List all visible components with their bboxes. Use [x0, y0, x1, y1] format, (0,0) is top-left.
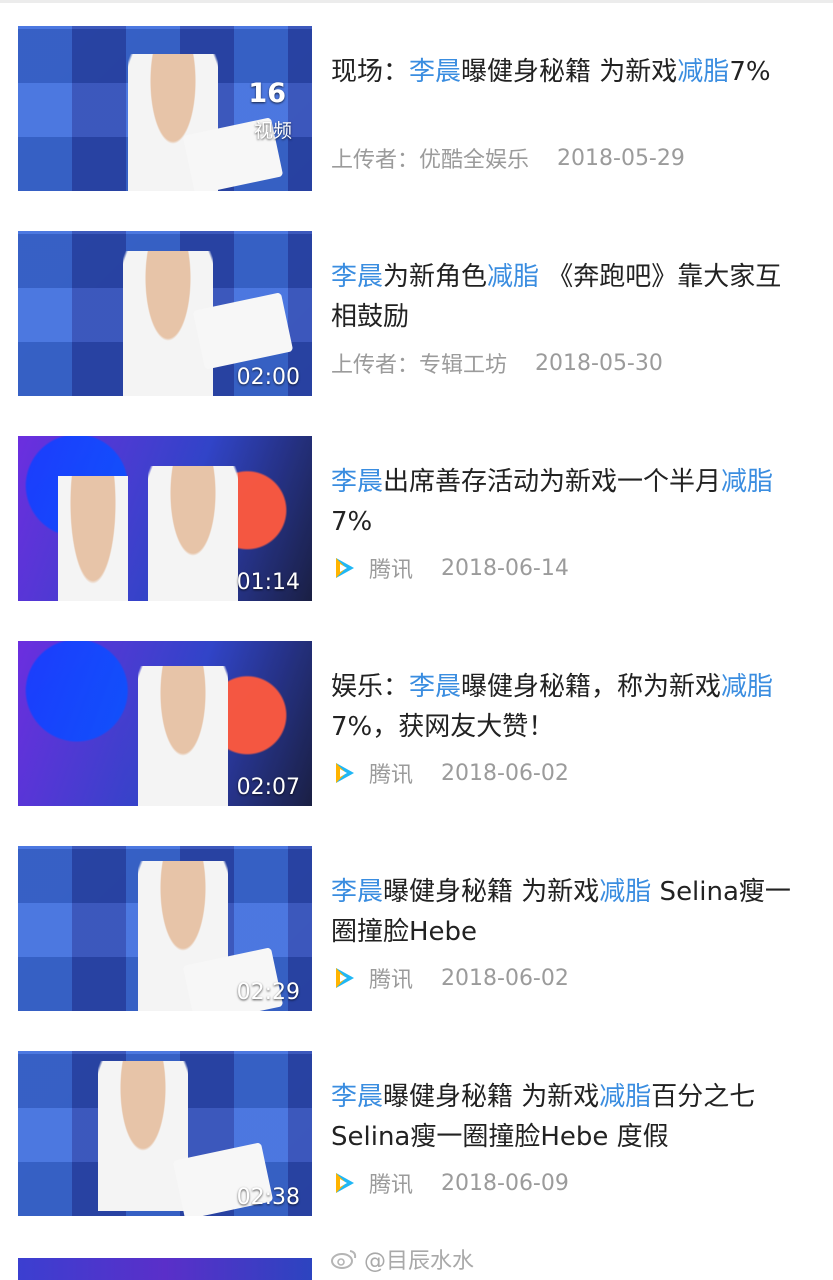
- title-text: 现场：: [331, 57, 410, 87]
- source: 腾讯: [331, 962, 413, 994]
- video-duration: 02:38: [236, 1185, 300, 1210]
- title-text: 曝健身秘籍 为新戏: [383, 1082, 600, 1112]
- title-text: 出席善存活动为新戏一个半月: [383, 467, 722, 497]
- video-thumbnail[interactable]: 16 视频: [18, 26, 312, 191]
- title-text: 曝健身秘籍，称为新戏: [461, 672, 722, 702]
- title-keyword-highlight: 李晨: [331, 877, 384, 907]
- title-keyword-highlight: 李晨: [331, 262, 384, 292]
- video-date: 2018-06-02: [441, 965, 569, 991]
- video-count-label: 视频: [253, 120, 292, 142]
- title-keyword-highlight: 减脂: [599, 1082, 652, 1112]
- video-thumbnail[interactable]: 02:00: [18, 231, 312, 396]
- title-keyword-highlight: 减脂: [721, 467, 774, 497]
- title-text: 曝健身秘籍 为新戏: [461, 57, 678, 87]
- tencent-video-icon: [336, 558, 354, 578]
- uploader-label: 上传者：优酷全娱乐: [331, 148, 530, 173]
- title-keyword-highlight: 李晨: [331, 467, 384, 497]
- title-text: 7%，获网友大赞！: [331, 712, 555, 742]
- video-meta: 腾讯 2018-06-14: [331, 552, 569, 584]
- video-item[interactable]: 02:00 李晨为新角色减脂 《奔跑吧》靠大家互相鼓励 上传者：专辑工坊 201…: [0, 231, 833, 401]
- video-title[interactable]: 李晨出席善存活动为新戏一个半月减脂 7%: [331, 462, 801, 542]
- title-keyword-highlight: 李晨: [409, 672, 462, 702]
- title-text: 为新角色: [383, 262, 488, 292]
- title-keyword-highlight: 减脂: [599, 877, 652, 907]
- source-label: 腾讯: [369, 1173, 414, 1198]
- video-item[interactable]: 02:07 娱乐：李晨曝健身秘籍，称为新戏减脂 7%，获网友大赞！ 腾讯 2018…: [0, 641, 833, 811]
- watermark-text: @目辰水水: [364, 1249, 475, 1274]
- source-label: 腾讯: [369, 558, 414, 583]
- tencent-video-icon: [336, 968, 354, 988]
- source: 腾讯: [331, 757, 413, 789]
- video-duration: 01:14: [236, 570, 300, 595]
- video-date: 2018-05-30: [535, 350, 663, 376]
- video-meta: 腾讯 2018-06-09: [331, 1167, 569, 1199]
- top-divider: [0, 0, 833, 3]
- video-title[interactable]: 现场：李晨曝健身秘籍 为新戏减脂7%: [331, 52, 801, 92]
- title-keyword-highlight: 李晨: [409, 57, 462, 87]
- source: 腾讯: [331, 552, 413, 584]
- source-label: 腾讯: [369, 968, 414, 993]
- title-text: 娱乐：: [331, 672, 410, 702]
- video-item[interactable]: 02:29 李晨曝健身秘籍 为新戏减脂 Selina瘦一圈撞脸Hebe 腾讯 2…: [0, 846, 833, 1016]
- video-meta: 腾讯 2018-06-02: [331, 757, 569, 789]
- watermark: @目辰水水: [330, 1243, 474, 1275]
- video-meta: 上传者：专辑工坊 2018-05-30: [331, 347, 663, 379]
- video-title[interactable]: 李晨为新角色减脂 《奔跑吧》靠大家互相鼓励: [331, 257, 801, 337]
- title-keyword-highlight: 减脂: [721, 672, 774, 702]
- source: 腾讯: [331, 1167, 413, 1199]
- video-duration: 02:29: [236, 980, 300, 1005]
- title-text: 7%: [331, 507, 373, 537]
- tencent-video-icon: [336, 763, 354, 783]
- uploader-label: 上传者：专辑工坊: [331, 353, 508, 378]
- video-thumbnail[interactable]: 02:38: [18, 1051, 312, 1216]
- video-item[interactable]: 16 视频 现场：李晨曝健身秘籍 为新戏减脂7% 上传者：优酷全娱乐 2018-…: [0, 26, 833, 196]
- title-text: 7%: [729, 57, 771, 87]
- video-item[interactable]: 01:14 李晨出席善存活动为新戏一个半月减脂 7% 腾讯 2018-06-14: [0, 436, 833, 606]
- video-duration: 02:00: [236, 365, 300, 390]
- video-thumbnail-partial[interactable]: [18, 1258, 312, 1280]
- weibo-icon: [331, 1250, 357, 1269]
- video-title[interactable]: 李晨曝健身秘籍 为新戏减脂 Selina瘦一圈撞脸Hebe: [331, 872, 801, 952]
- title-keyword-highlight: 李晨: [331, 1082, 384, 1112]
- video-meta: 上传者：优酷全娱乐 2018-05-29: [331, 142, 685, 174]
- video-date: 2018-06-14: [441, 555, 569, 581]
- video-thumbnail[interactable]: 02:07: [18, 641, 312, 806]
- video-count-number: 16: [248, 78, 286, 109]
- video-date: 2018-05-29: [557, 145, 685, 171]
- title-text: 曝健身秘籍 为新戏: [383, 877, 600, 907]
- video-date: 2018-06-09: [441, 1170, 569, 1196]
- video-item[interactable]: 02:38 李晨曝健身秘籍 为新戏减脂百分之七Selina瘦一圈撞脸Hebe 度…: [0, 1051, 833, 1221]
- title-keyword-highlight: 减脂: [487, 262, 540, 292]
- video-title[interactable]: 娱乐：李晨曝健身秘籍，称为新戏减脂 7%，获网友大赞！: [331, 667, 801, 747]
- video-duration: 02:07: [236, 775, 300, 800]
- video-thumbnail[interactable]: 02:29: [18, 846, 312, 1011]
- tencent-video-icon: [336, 1173, 354, 1193]
- video-date: 2018-06-02: [441, 760, 569, 786]
- video-title[interactable]: 李晨曝健身秘籍 为新戏减脂百分之七Selina瘦一圈撞脸Hebe 度假: [331, 1077, 801, 1157]
- video-meta: 腾讯 2018-06-02: [331, 962, 569, 994]
- video-thumbnail[interactable]: 01:14: [18, 436, 312, 601]
- source-label: 腾讯: [369, 763, 414, 788]
- title-keyword-highlight: 减脂: [677, 57, 730, 87]
